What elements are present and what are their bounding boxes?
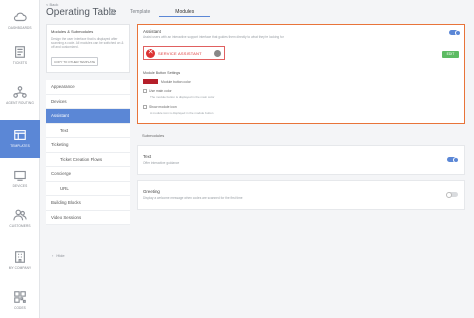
submodule-description: Offer interactive guidance <box>143 161 180 165</box>
submodule-title: Greeting <box>143 189 160 194</box>
info-icon[interactable]: i <box>109 9 115 15</box>
page-title: Operating Table <box>46 7 117 18</box>
submodule-title: Text <box>143 154 152 159</box>
chevron-left-icon: ‹ <box>52 253 54 258</box>
nav-item-agent-routing[interactable]: Agent Routing <box>0 85 40 105</box>
menu-item-concierge[interactable]: Concierge <box>46 167 130 182</box>
nav-label: Tickets <box>12 61 28 65</box>
nav-item-my-company[interactable]: My Company <box>0 250 40 270</box>
show-module-icon-checkbox[interactable]: Show module icon <box>143 105 177 109</box>
module-button-settings-title: Module Button Settings <box>143 71 181 75</box>
button-color-swatch[interactable] <box>143 79 158 84</box>
nav-item-dashboards[interactable]: Dashboards <box>0 10 40 30</box>
nav-item-customers[interactable]: Customers <box>0 208 40 228</box>
routing-icon <box>13 86 27 98</box>
nav-item-devices[interactable]: Devices <box>0 168 40 188</box>
checkbox-label: Use main color <box>149 89 172 93</box>
nav-label: Codes <box>14 306 26 310</box>
use-main-color-checkbox[interactable]: Use main color <box>143 89 172 93</box>
sidebar-nav: Dashboards Tickets Agent Routing Templat… <box>0 0 40 318</box>
company-icon <box>15 251 25 263</box>
menu-item-building-blocks[interactable]: Building Blocks <box>46 196 130 211</box>
cloud-icon <box>13 12 27 22</box>
tab-template[interactable]: Template <box>125 9 155 17</box>
modules-info-panel: Modules & Submodules Design the user int… <box>46 24 130 73</box>
menu-item-devices[interactable]: Devices <box>46 94 130 109</box>
codes-icon <box>14 291 26 303</box>
assistant-title: Assistant <box>143 29 161 34</box>
lifebuoy-icon <box>146 48 155 58</box>
nav-label: Templates <box>10 144 30 148</box>
nav-item-codes[interactable]: Codes <box>0 290 40 310</box>
menu-item-appearance[interactable]: Appearance <box>46 80 130 95</box>
checkbox-description: The module button is displayed in the ma… <box>150 95 215 99</box>
submodule-greeting-card: Greeting Display a welcome message when … <box>137 180 465 210</box>
assistant-card: Assistant Assist users with an interacti… <box>137 24 465 124</box>
panel-description: Design the user interface that is displa… <box>51 37 124 50</box>
nav-label: My Company <box>8 266 32 270</box>
submodules-heading: Submodules <box>142 133 165 138</box>
nav-label: Dashboards <box>8 26 32 30</box>
menu-item-video-sessions[interactable]: Video Sessions <box>46 210 130 225</box>
assistant-toggle[interactable] <box>449 29 461 36</box>
tab-modules[interactable]: Modules <box>159 9 211 17</box>
nav-label: Devices <box>12 184 28 188</box>
avatar <box>214 49 221 57</box>
submodule-text-toggle[interactable] <box>447 156 459 163</box>
preview-label: SERVICE ASSISTANT <box>158 50 202 56</box>
hide-panel-button[interactable]: ‹ Hide <box>52 253 65 258</box>
menu-item-text[interactable]: Text <box>46 123 130 138</box>
service-assistant-preview: SERVICE ASSISTANT <box>143 46 225 60</box>
nav-item-tickets[interactable]: Tickets <box>0 45 40 65</box>
assistant-description: Assist users with an interactive support… <box>143 35 284 39</box>
nav-label: Customers <box>9 224 31 228</box>
checkbox-label: Show module icon <box>149 105 177 109</box>
nav-item-templates[interactable]: Templates <box>0 120 40 158</box>
menu-item-ticketing[interactable]: Ticketing <box>46 138 130 153</box>
edit-button[interactable]: EDIT <box>442 51 459 58</box>
devices-icon <box>14 170 26 181</box>
checkbox[interactable] <box>143 105 147 109</box>
submodule-text-card: Text Offer interactive guidance <box>137 145 465 175</box>
button-color-label: Module button color <box>161 79 191 84</box>
copy-to-template-button[interactable]: COPY TO OTHER TEMPLATE <box>51 57 99 67</box>
hide-label: Hide <box>56 253 65 258</box>
panel-title: Modules & Submodules <box>51 29 94 34</box>
nav-label: Agent Routing <box>6 101 34 105</box>
menu-item-url[interactable]: URL <box>46 181 130 196</box>
submodule-greeting-toggle[interactable] <box>446 191 458 198</box>
app: Dashboards Tickets Agent Routing Templat… <box>0 0 474 318</box>
menu-item-assistant[interactable]: Assistant <box>46 109 130 124</box>
tab-bar: Template Modules <box>125 9 211 17</box>
template-icon <box>14 130 26 140</box>
menu-item-ticket-creation-flows[interactable]: Ticket Creation Flows <box>46 152 130 167</box>
checkbox-description: A module icon is displayed in the module… <box>150 111 214 115</box>
checkbox[interactable] <box>143 89 147 93</box>
module-menu: Appearance Devices Assistant Text Ticket… <box>46 80 130 225</box>
customers-icon <box>13 209 27 221</box>
submodule-description: Display a welcome message when codes are… <box>143 196 243 200</box>
ticket-icon <box>15 46 25 58</box>
